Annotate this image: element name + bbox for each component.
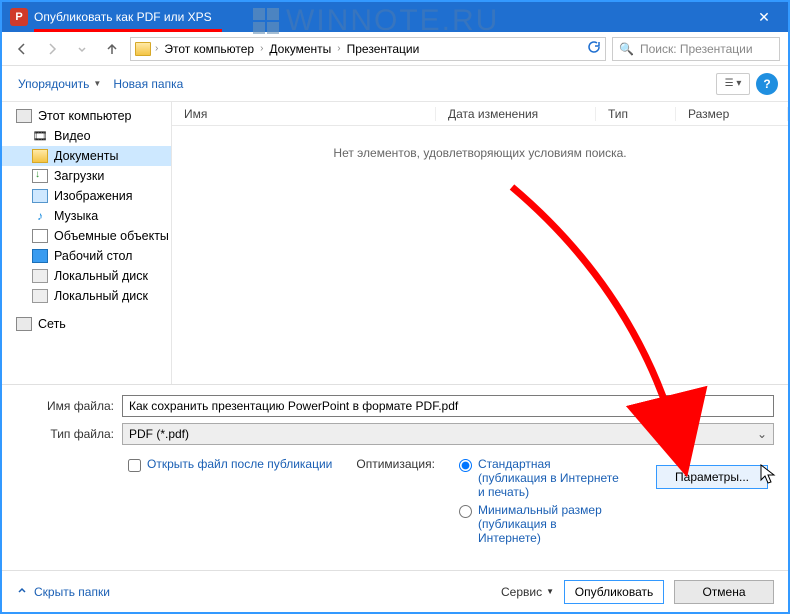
sidebar-pictures[interactable]: Изображения bbox=[2, 186, 171, 206]
forward-button[interactable] bbox=[40, 37, 64, 61]
filetype-combo[interactable]: PDF (*.pdf) bbox=[122, 423, 774, 445]
options-button[interactable]: Параметры... bbox=[656, 465, 768, 489]
window-title: Опубликовать как PDF или XPS bbox=[34, 10, 212, 24]
footer: Скрыть папки Сервис▼ Опубликовать Отмена bbox=[2, 570, 788, 612]
close-button[interactable]: ✕ bbox=[740, 2, 788, 32]
empty-message: Нет элементов, удовлетворяющих условиям … bbox=[172, 126, 788, 384]
column-headers: Имя Дата изменения Тип Размер bbox=[172, 102, 788, 126]
sidebar-documents[interactable]: Документы bbox=[2, 146, 171, 166]
optimize-minimal-radio[interactable]: Минимальный размер (публикация в Интерне… bbox=[459, 503, 619, 545]
search-icon: 🔍 bbox=[619, 42, 634, 56]
col-size[interactable]: Размер bbox=[676, 107, 788, 121]
cancel-button[interactable]: Отмена bbox=[674, 580, 774, 604]
new-folder-button[interactable]: Новая папка bbox=[107, 73, 189, 95]
powerpoint-icon: P bbox=[10, 8, 28, 26]
chevron-up-icon bbox=[16, 584, 28, 599]
sidebar-desktop[interactable]: Рабочий стол bbox=[2, 246, 171, 266]
sidebar-downloads[interactable]: Загрузки bbox=[2, 166, 171, 186]
up-button[interactable] bbox=[100, 37, 124, 61]
sidebar: Этот компьютер 🎞Видео Документы Загрузки… bbox=[2, 102, 172, 384]
crumb-this-pc[interactable]: Этот компьютер bbox=[162, 42, 256, 56]
folder-icon bbox=[135, 42, 151, 56]
sidebar-this-pc[interactable]: Этот компьютер bbox=[2, 106, 171, 126]
open-after-checkbox[interactable]: Открыть файл после публикации bbox=[128, 457, 332, 472]
sidebar-disk-c[interactable]: Локальный диск bbox=[2, 266, 171, 286]
organize-menu[interactable]: Упорядочить▼ bbox=[12, 73, 107, 95]
back-button[interactable] bbox=[10, 37, 34, 61]
filename-label: Имя файла: bbox=[16, 399, 114, 413]
file-list-area: Имя Дата изменения Тип Размер Нет элемен… bbox=[172, 102, 788, 384]
col-name[interactable]: Имя bbox=[172, 107, 436, 121]
optimize-standard-radio[interactable]: Стандартная (публикация в Интернете и пе… bbox=[459, 457, 619, 499]
search-placeholder: Поиск: Презентации bbox=[640, 42, 753, 56]
optimize-label: Оптимизация: bbox=[356, 457, 435, 471]
sidebar-video[interactable]: 🎞Видео bbox=[2, 126, 171, 146]
col-modified[interactable]: Дата изменения bbox=[436, 107, 596, 121]
search-input[interactable]: 🔍 Поиск: Презентации bbox=[612, 37, 780, 61]
cursor-icon bbox=[760, 464, 778, 491]
filename-input[interactable] bbox=[122, 395, 774, 417]
help-button[interactable]: ? bbox=[756, 73, 778, 95]
sidebar-3dobjects[interactable]: Объемные объекты bbox=[2, 226, 171, 246]
hide-folders-link[interactable]: Скрыть папки bbox=[16, 584, 110, 599]
title-bar: P Опубликовать как PDF или XPS ✕ bbox=[2, 2, 788, 32]
nav-row: › Этот компьютер › Документы › Презентац… bbox=[2, 32, 788, 66]
recent-button[interactable] bbox=[70, 37, 94, 61]
sidebar-network[interactable]: Сеть bbox=[2, 314, 171, 334]
tools-menu[interactable]: Сервис▼ bbox=[501, 585, 554, 599]
sidebar-music[interactable]: ♪Музыка bbox=[2, 206, 171, 226]
crumb-presentations[interactable]: Презентации bbox=[345, 42, 422, 56]
col-type[interactable]: Тип bbox=[596, 107, 676, 121]
sidebar-disk-d[interactable]: Локальный диск bbox=[2, 286, 171, 306]
view-mode-button[interactable]: ☰ ▾ bbox=[716, 73, 750, 95]
refresh-icon[interactable] bbox=[587, 40, 601, 57]
crumb-documents[interactable]: Документы bbox=[267, 42, 333, 56]
publish-button[interactable]: Опубликовать bbox=[564, 580, 664, 604]
filetype-label: Тип файла: bbox=[16, 427, 114, 441]
toolbar: Упорядочить▼ Новая папка ☰ ▾ ? bbox=[2, 66, 788, 102]
annotation-underline bbox=[34, 29, 222, 32]
address-bar[interactable]: › Этот компьютер › Документы › Презентац… bbox=[130, 37, 606, 61]
